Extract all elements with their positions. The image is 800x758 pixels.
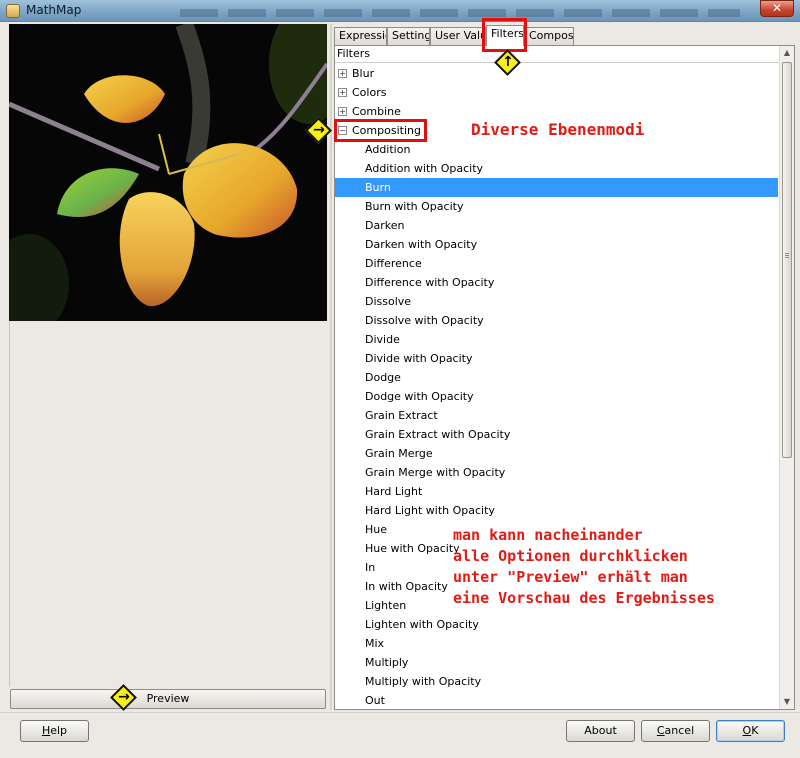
about-button[interactable]: About (566, 720, 635, 742)
filter-item[interactable]: Divide (335, 330, 778, 349)
filter-item[interactable]: Multiply with Opacity (335, 672, 778, 691)
cancel-button[interactable]: Cancel (641, 720, 710, 742)
tab-user-values[interactable]: User Value (430, 27, 486, 45)
tree-category-blur[interactable]: + Blur (335, 64, 778, 83)
filter-item[interactable]: Darken with Opacity (335, 235, 778, 254)
arrow-right-marker-icon: → (110, 684, 137, 711)
filter-item[interactable]: Grain Extract (335, 406, 778, 425)
filter-item[interactable]: Lighten with Opacity (335, 615, 778, 634)
tab-expression[interactable]: Expression (334, 27, 387, 45)
scroll-down-icon[interactable]: ▼ (780, 695, 794, 709)
mathmap-window: MathMap ✕ Preview Expressi Settin User V… (0, 0, 800, 758)
category-label: Blur (352, 67, 375, 80)
filter-item[interactable]: Dissolve (335, 292, 778, 311)
instructions-annotation: man kann nacheinander alle Optionen durc… (453, 526, 715, 607)
filter-item[interactable]: Grain Extract with Opacity (335, 425, 778, 444)
filter-item[interactable]: Grain Merge with Opacity (335, 463, 778, 482)
filter-item[interactable]: Dodge with Opacity (335, 387, 778, 406)
scroll-up-icon[interactable]: ▲ (780, 46, 794, 60)
filter-item[interactable]: Dissolve with Opacity (335, 311, 778, 330)
filter-item[interactable]: Hard Light with Opacity (335, 501, 778, 520)
filter-item[interactable]: Dodge (335, 368, 778, 387)
autumn-leaves-photo (9, 24, 327, 321)
filter-item[interactable]: Addition (335, 140, 778, 159)
tab-composer[interactable]: Composer (524, 27, 574, 45)
scrollbar-thumb[interactable] (782, 62, 792, 458)
filter-item[interactable]: Out (335, 691, 778, 709)
filter-item[interactable]: Grain Merge (335, 444, 778, 463)
expand-icon[interactable]: + (338, 107, 347, 116)
arrow-right-marker-icon: → (305, 117, 332, 144)
expand-icon[interactable]: + (338, 69, 347, 78)
category-label: Colors (352, 86, 387, 99)
filter-item[interactable]: Difference (335, 254, 778, 273)
filter-item[interactable]: Darken (335, 216, 778, 235)
app-icon (6, 4, 20, 18)
window-title: MathMap (26, 3, 82, 17)
filter-item[interactable]: Burn with Opacity (335, 197, 778, 216)
layer-modes-annotation: Diverse Ebenenmodi (471, 120, 645, 139)
category-label: Combine (352, 105, 401, 118)
expand-icon[interactable]: + (338, 88, 347, 97)
grip-icon (785, 253, 789, 259)
preview-image (9, 24, 327, 321)
filter-item-selected[interactable]: Burn (335, 178, 778, 197)
tab-filters[interactable]: Filters (486, 25, 524, 46)
filter-item[interactable]: Addition with Opacity (335, 159, 778, 178)
compositing-highlight (334, 119, 427, 142)
title-bar[interactable]: MathMap ✕ (0, 0, 800, 22)
filter-item[interactable]: Divide with Opacity (335, 349, 778, 368)
close-icon[interactable]: ✕ (760, 0, 794, 17)
tree-category-colors[interactable]: + Colors (335, 83, 778, 102)
ok-button[interactable]: OK (716, 720, 785, 742)
arrow-up-marker-icon: ↑ (494, 49, 521, 76)
filters-tree: Filters + Blur + Colors + Combine − Comp… (334, 45, 795, 710)
filter-item[interactable]: Mix (335, 634, 778, 653)
filter-item[interactable]: Hard Light (335, 482, 778, 501)
preview-button[interactable]: Preview (10, 689, 326, 709)
filter-item[interactable]: Difference with Opacity (335, 273, 778, 292)
background-menu-ghost (180, 9, 740, 17)
tree-column-header[interactable]: Filters (335, 46, 780, 63)
help-button[interactable]: Help (20, 720, 89, 742)
filter-item[interactable]: Multiply (335, 653, 778, 672)
tree-scrollbar[interactable]: ▲ ▼ (779, 46, 794, 709)
tab-settings[interactable]: Settings (387, 27, 430, 45)
preview-empty-area (9, 321, 327, 687)
